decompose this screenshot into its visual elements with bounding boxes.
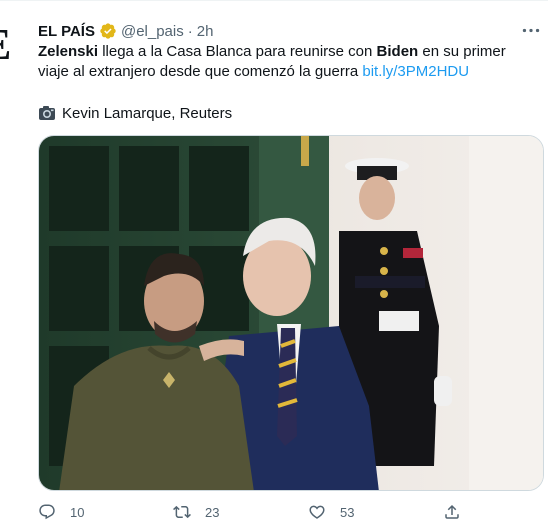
reply-count: 10 (70, 504, 85, 520)
retweet-button[interactable]: 23 (173, 500, 219, 524)
photo-credit-text: Kevin Lamarque, Reuters (62, 104, 233, 122)
retweet-count: 23 (205, 504, 220, 520)
avatar-letter: E (0, 24, 11, 66)
share-button[interactable] (443, 500, 461, 524)
tweet-time[interactable]: 2h (197, 23, 214, 40)
like-button[interactable]: 53 (308, 500, 354, 524)
tweet-link[interactable]: bit.ly/3PM2HDU (362, 63, 469, 80)
author-handle[interactable]: @el_pais (121, 23, 184, 40)
photo-credit: Kevin Lamarque, Reuters (38, 103, 232, 123)
retweet-icon (173, 503, 191, 521)
tweet-photo[interactable] (38, 135, 544, 491)
like-count: 53 (340, 504, 355, 520)
tweet-text: Zelenski llega a la Casa Blanca para reu… (38, 42, 538, 82)
photo-illustration (39, 136, 543, 490)
more-options-icon[interactable] (520, 22, 542, 38)
author-name[interactable]: EL PAÍS (38, 23, 95, 40)
verified-badge-icon (99, 22, 117, 40)
like-icon (308, 503, 326, 521)
tweet-text-bold-2: Biden (376, 43, 419, 60)
tweet-actions: 10 23 53 (38, 500, 468, 524)
tweet-text-bold-1: Zelenski (38, 43, 99, 60)
share-icon (443, 503, 461, 521)
reply-icon (38, 503, 56, 521)
tweet-text-span-1: llega a la Casa Blanca para reunirse con (98, 43, 377, 60)
avatar[interactable]: E (0, 24, 24, 66)
top-divider (0, 0, 548, 1)
separator-dot: · (187, 22, 193, 40)
tweet-header: EL PAÍS @el_pais · 2h (38, 21, 213, 41)
camera-icon (38, 105, 56, 121)
reply-button[interactable]: 10 (38, 500, 84, 524)
